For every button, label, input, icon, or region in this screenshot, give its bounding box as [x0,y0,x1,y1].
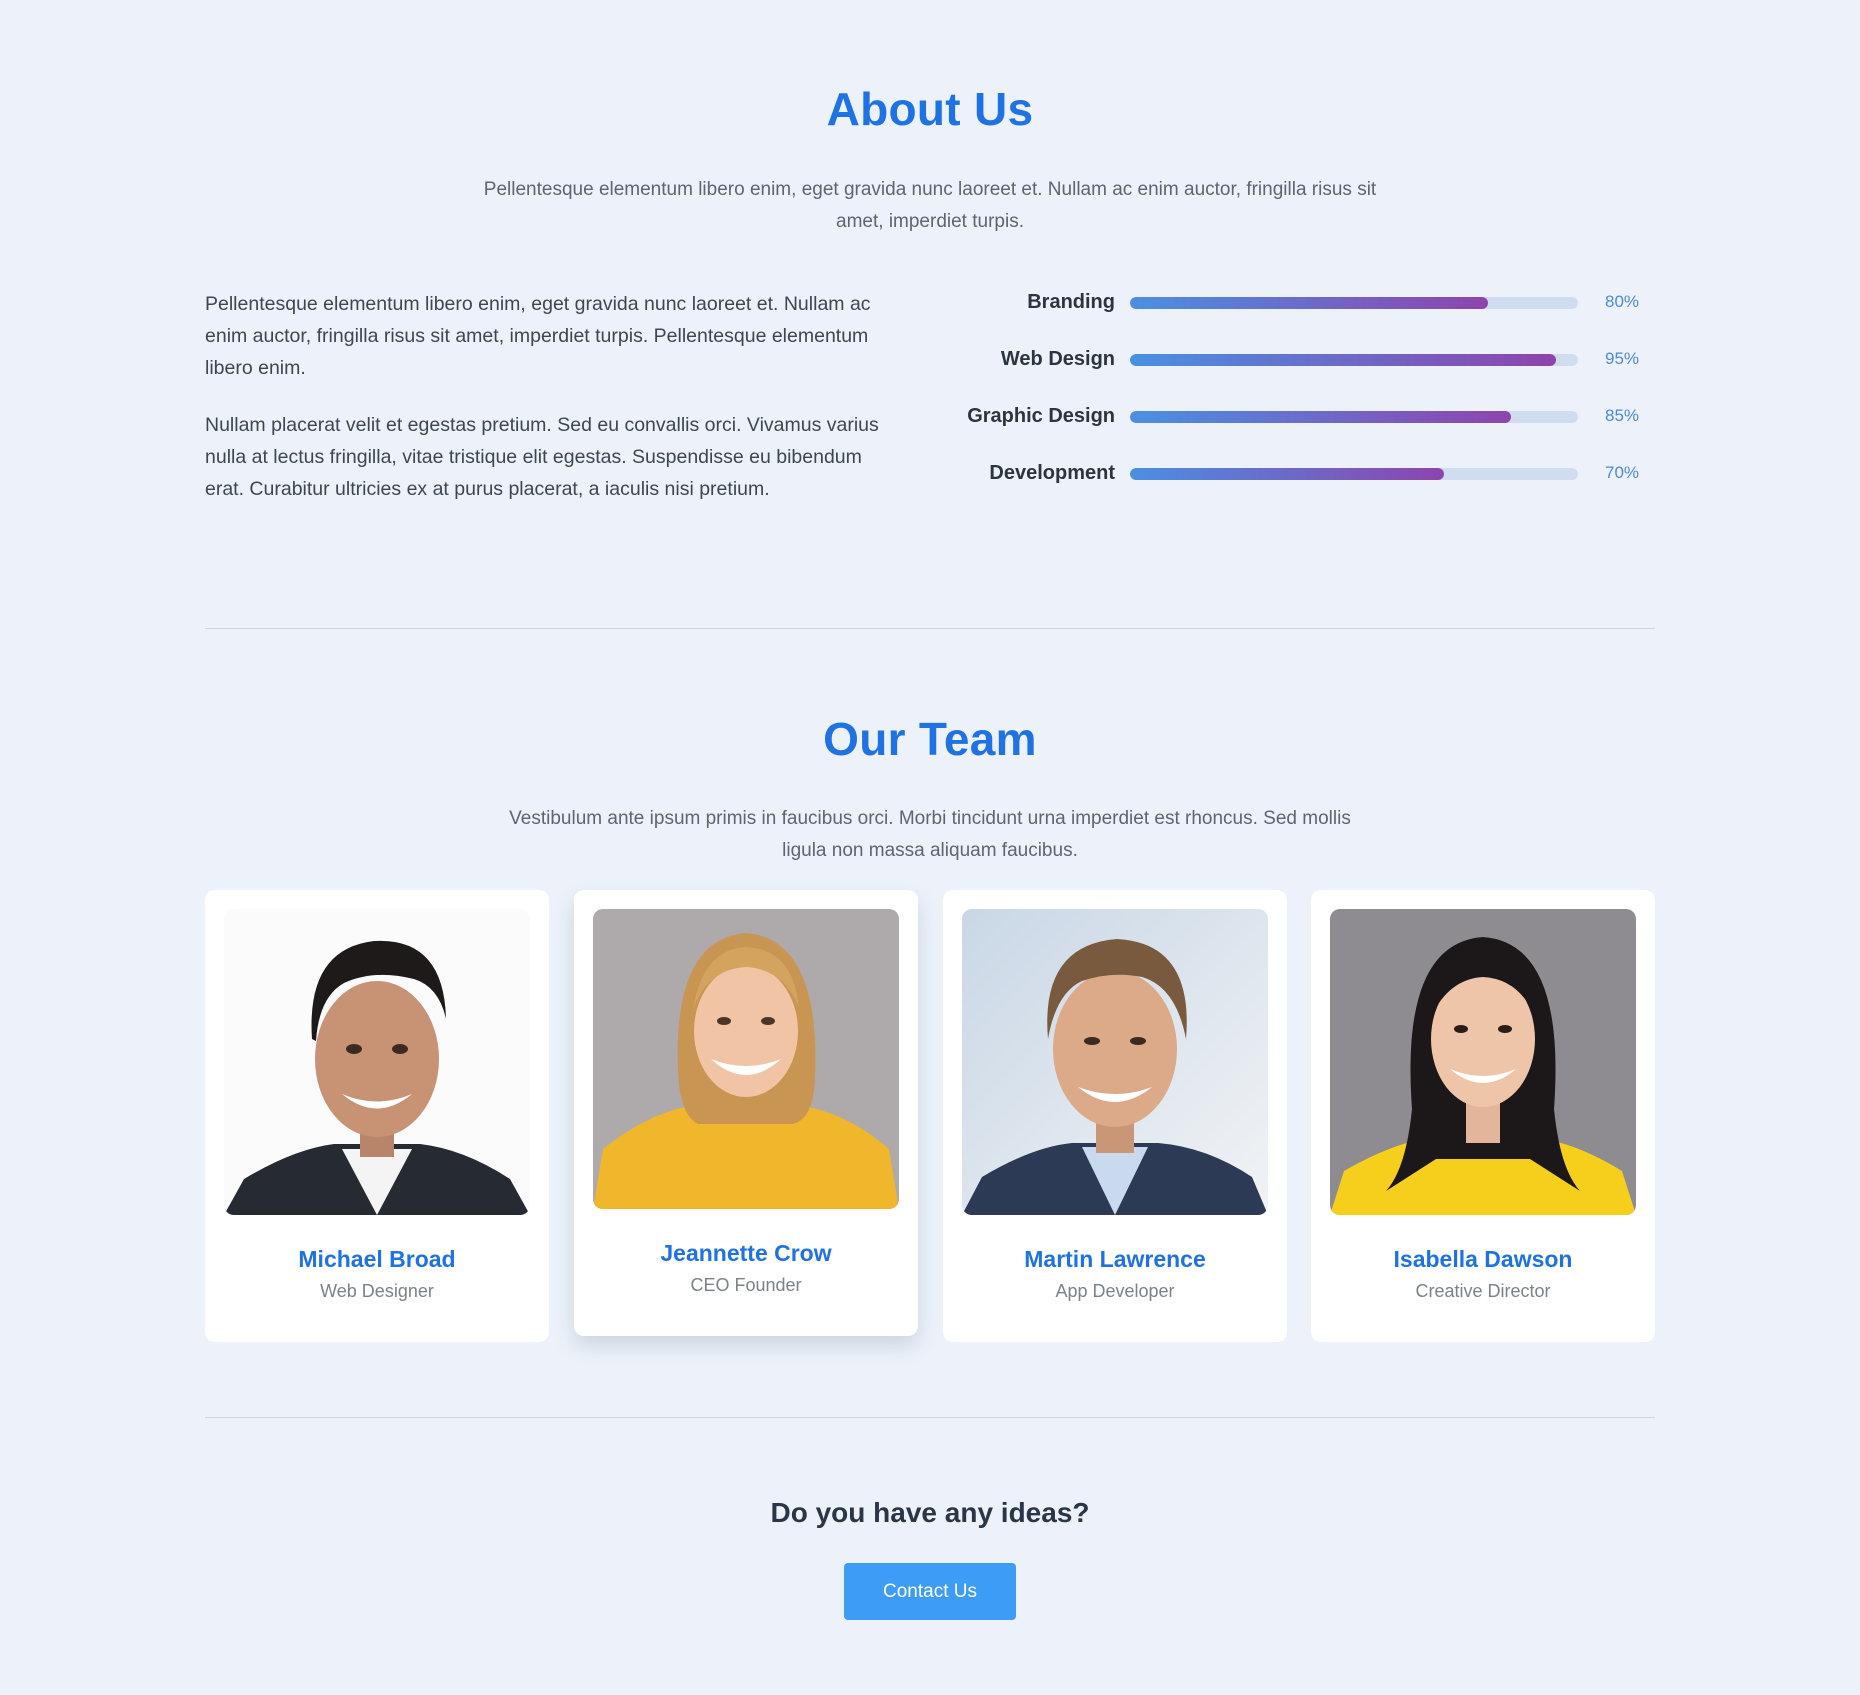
skill-percent: 80% [1605,292,1640,311]
skill-percent: 70% [1605,463,1640,482]
member-role: Web Designer [320,1281,434,1301]
member-name[interactable]: Isabella Dawson [1311,1246,1655,1273]
team-title: Our Team [823,713,1037,765]
member-photo [593,909,899,1209]
skill-label: Development [989,462,1115,484]
team-card[interactable]: Martin Lawrence App Developer [943,890,1287,1342]
contact-us-button[interactable]: Contact Us [844,1563,1016,1620]
member-name[interactable]: Martin Lawrence [943,1246,1287,1273]
skill-progress-fill [1130,297,1489,309]
about-subtitle: Pellentesque elementum libero enim, eget… [483,179,1377,232]
skill-percent: 95% [1605,349,1640,368]
skill-label: Graphic Design [967,405,1115,427]
cta-title: Do you have any ideas? [770,1497,1090,1528]
skill-progress-track [1130,468,1578,480]
skill-progress-track [1130,411,1578,423]
team-card[interactable]: Michael Broad Web Designer [205,890,549,1342]
skill-progress-fill [1130,354,1556,366]
member-photo [1330,909,1636,1215]
member-role: Creative Director [1415,1281,1551,1301]
skill-percent: 85% [1605,406,1640,425]
about-title: About Us [826,83,1034,135]
skill-label: Branding [1027,291,1115,313]
about-paragraph: Nullam placerat velit et egestas pretium… [205,414,879,500]
member-photo [224,909,530,1215]
member-name[interactable]: Jeannette Crow [574,1240,918,1267]
section-divider [205,1417,1655,1418]
skill-row-development: Development 70% [950,457,1655,514]
skill-progress-track [1130,354,1578,366]
member-role: CEO Founder [690,1275,802,1295]
team-card[interactable]: Jeannette Crow CEO Founder [574,890,918,1336]
skills-list: Branding 80% Web Design 95% Graphic Desi… [950,286,1655,514]
member-role: App Developer [1055,1281,1175,1301]
about-paragraph: Pellentesque elementum libero enim, eget… [205,293,871,379]
skill-row-web-design: Web Design 95% [950,343,1655,400]
skill-row-branding: Branding 80% [950,286,1655,343]
team-subtitle: Vestibulum ante ipsum primis in faucibus… [509,808,1351,861]
section-divider [205,628,1655,629]
skill-row-graphic-design: Graphic Design 85% [950,400,1655,457]
about-text: Pellentesque elementum libero enim, eget… [205,288,905,530]
skill-label: Web Design [1000,348,1115,370]
skill-progress-fill [1130,411,1511,423]
team-card[interactable]: Isabella Dawson Creative Director [1311,890,1655,1342]
member-name[interactable]: Michael Broad [205,1246,549,1273]
skill-progress-track [1130,297,1578,309]
member-photo [962,909,1268,1215]
skill-progress-fill [1130,468,1444,480]
